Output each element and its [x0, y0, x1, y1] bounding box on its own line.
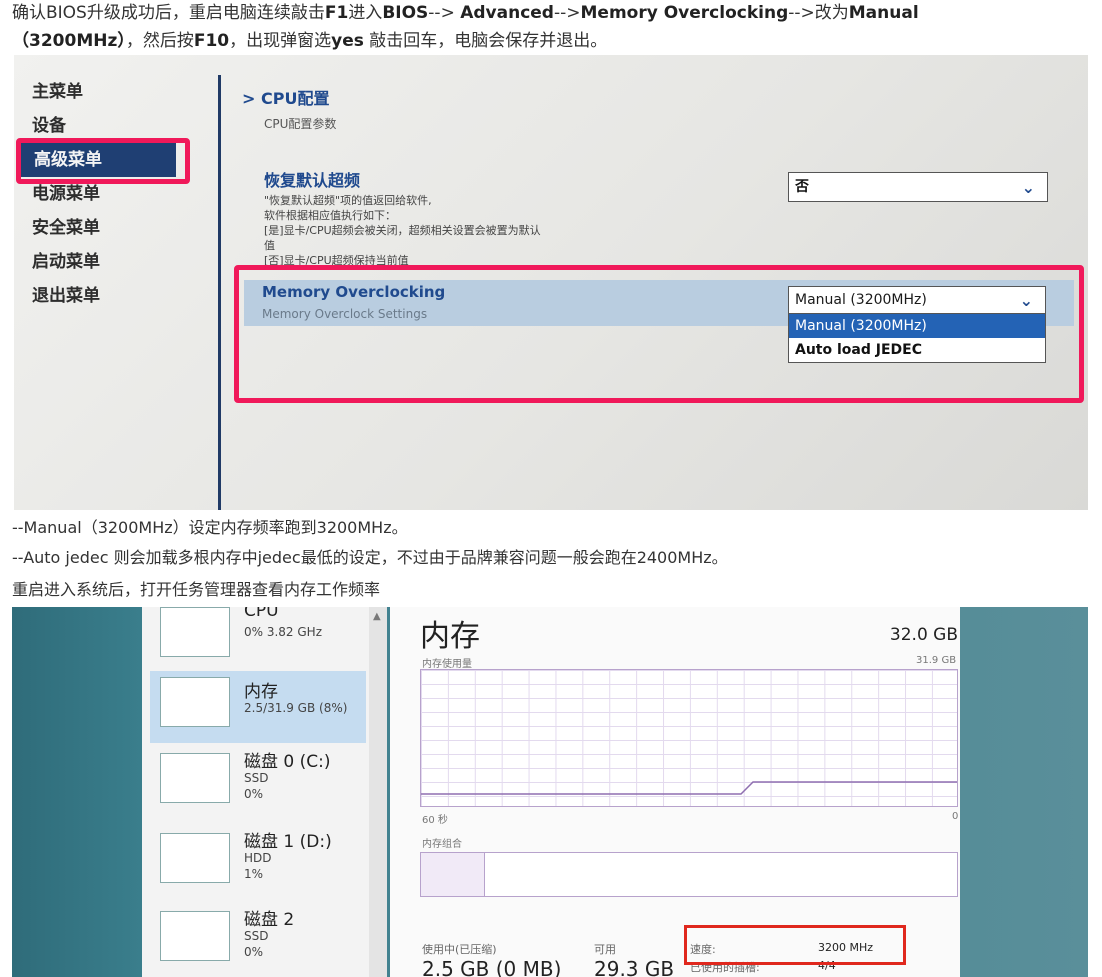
tm-item-usage: 0% — [244, 945, 264, 959]
intro2-run: yes — [331, 31, 364, 51]
memory-total: 32.0 GB — [889, 625, 958, 645]
bios-menu: 主菜单 设备 高级菜单 电源菜单 安全菜单 启动菜单 退出菜单 — [14, 75, 214, 313]
time-axis-right: 0 — [952, 811, 959, 822]
composition-in-use — [421, 853, 485, 896]
intro1-run: -->改为 — [788, 3, 849, 23]
disk2-thumbnail — [160, 911, 230, 961]
tm-item-type: HDD — [244, 851, 272, 865]
tm-item-disk-0[interactable]: 磁盘 0 (C:) SSD 0% — [150, 747, 366, 819]
bios-menu-security[interactable]: 安全菜单 — [14, 211, 214, 245]
intro1-run: Manual — [848, 3, 919, 23]
tm-item-detail: 2.5/31.9 GB (8%) — [244, 701, 348, 715]
tm-item-name: 磁盘 1 (D:) — [244, 832, 332, 852]
tm-item-name: 磁盘 0 (C:) — [244, 752, 331, 772]
available-value: 29.3 GB — [594, 957, 675, 977]
bios-menu-main[interactable]: 主菜单 — [14, 75, 214, 109]
intro1-run: F1 — [324, 3, 349, 23]
tm-item-type: SSD — [244, 929, 269, 943]
intro2-run: 敲击回车，电脑会保存并退出。 — [363, 31, 608, 51]
intro2-run: （3200MHz） — [12, 31, 126, 51]
disk0-thumbnail — [160, 753, 230, 803]
memory-thumbnail — [160, 677, 230, 727]
in-use-label: 使用中(已压缩) — [422, 943, 497, 956]
composition-label: 内存组合 — [422, 839, 462, 850]
highlight-advanced-menu — [16, 138, 190, 184]
in-use-value: 2.5 GB (0 MB) — [422, 957, 562, 977]
intro-line-2: （3200MHz），然后按F10，出现弹窗选yes 敲击回车，电脑会保存并退出。 — [12, 28, 607, 54]
tm-item-usage: 0% — [244, 787, 264, 801]
intro2-run: F10 — [193, 31, 230, 51]
tm-item-disk-1[interactable]: 磁盘 1 (D:) HDD 1% — [150, 827, 366, 899]
highlight-memory-overclocking — [234, 265, 1084, 403]
tm-item-name: 内存 — [244, 682, 278, 702]
scroll-up-icon[interactable]: ▲ — [373, 611, 381, 622]
restore-overclock-description: "恢复默认超频"项的值返回给软件, 软件根据相应值执行如下： [是]显卡/CPU… — [264, 194, 541, 267]
task-manager-screenshot: ▲ CPU 0% 3.82 GHz 内存 2.5/31.9 GB (8%) 磁盘… — [12, 607, 1088, 977]
restore-overclock-select[interactable]: 否 ⌄ — [788, 172, 1048, 202]
restore-overclock-value: 否 — [795, 179, 809, 195]
intro2-run: ，出现弹窗选 — [229, 31, 332, 51]
tm-item-memory[interactable]: 内存 2.5/31.9 GB (8%) — [150, 671, 366, 743]
intro1-run: 确认BIOS升级成功后，重启电脑连续敲击 — [12, 3, 325, 23]
sidebar-scrollbar[interactable]: ▲ — [369, 607, 387, 977]
intro1-run: Advanced — [460, 3, 554, 23]
cpu-config-subtitle: CPU配置参数 — [264, 117, 337, 131]
intro-line-1: 确认BIOS升级成功后，重启电脑连续敲击F1进入BIOS--> Advanced… — [12, 0, 919, 26]
tm-item-disk-2[interactable]: 磁盘 2 SSD 0% — [150, 905, 366, 977]
bios-menu-exit[interactable]: 退出菜单 — [14, 279, 214, 313]
tm-item-detail: 0% 3.82 GHz — [244, 625, 323, 639]
cpu-config-link[interactable]: > CPU配置 — [242, 85, 329, 109]
intro1-run: Memory Overclocking — [580, 3, 789, 23]
usage-line — [421, 781, 957, 795]
bios-menu-boot[interactable]: 启动菜单 — [14, 245, 214, 279]
cpu-thumbnail — [160, 607, 230, 657]
note-task-manager: 重启进入系统后，打开任务管理器查看内存工作频率 — [12, 580, 381, 599]
memory-composition-bar — [420, 852, 958, 897]
memory-usage-graph — [420, 669, 958, 807]
time-axis-left: 60 秒 — [422, 815, 448, 826]
tm-item-cpu[interactable]: CPU 0% 3.82 GHz — [150, 607, 366, 673]
note-auto-jedec: --Auto jedec 则会加载多根内存中jedec最低的设定，不过由于品牌兼… — [12, 548, 728, 567]
tm-item-type: SSD — [244, 771, 269, 785]
usage-max: 31.9 GB — [916, 655, 957, 666]
tm-item-name: 磁盘 2 — [244, 910, 295, 930]
usage-label: 内存使用量 — [422, 659, 472, 670]
bios-screenshot: 主菜单 设备 高级菜单 电源菜单 安全菜单 启动菜单 退出菜单 > CPU配置 … — [14, 55, 1088, 510]
intro1-run: --> — [428, 3, 461, 23]
intro1-run: 进入 — [348, 3, 383, 23]
intro1-run: BIOS — [382, 3, 429, 23]
available-label: 可用 — [594, 943, 616, 956]
disk1-thumbnail — [160, 833, 230, 883]
intro1-run: --> — [553, 3, 581, 23]
restore-overclock-title: 恢复默认超频 — [264, 171, 361, 190]
highlight-speed — [684, 925, 906, 965]
tm-item-usage: 1% — [244, 867, 264, 881]
note-manual: --Manual（3200MHz）设定内存频率跑到3200MHz。 — [12, 518, 408, 537]
chevron-down-icon: ⌄ — [1021, 178, 1035, 197]
intro2-run: ，然后按 — [125, 31, 194, 51]
tm-item-name: CPU — [244, 607, 279, 621]
bios-divider — [218, 75, 221, 510]
memory-title: 内存 — [420, 619, 480, 654]
